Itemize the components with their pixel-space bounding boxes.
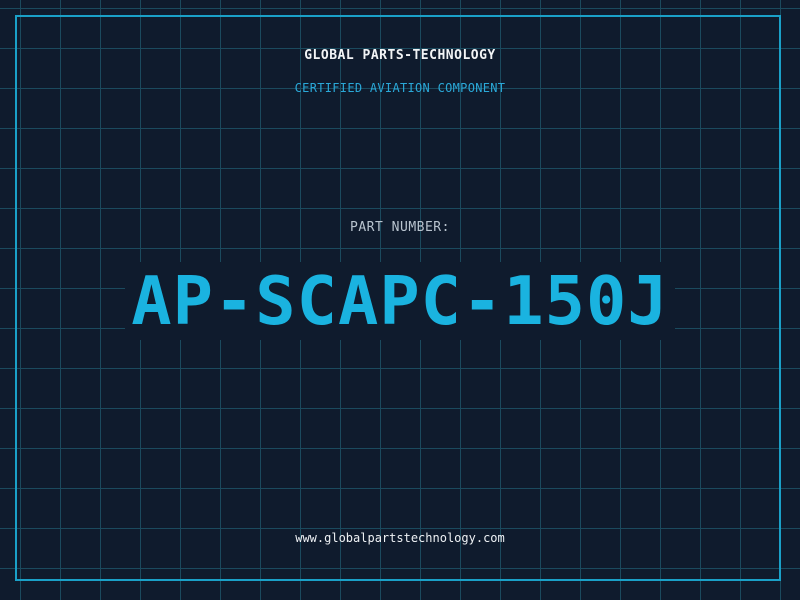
website-url: www.globalpartstechnology.com [295,531,505,545]
part-number-label: PART NUMBER: [350,220,450,235]
label-canvas: GLOBAL PARTS-TECHNOLOGY CERTIFIED AVIATI… [0,0,800,600]
company-name: GLOBAL PARTS-TECHNOLOGY [304,48,496,63]
part-number-container: AP-SCAPC-150J [0,262,800,340]
certification-tagline: CERTIFIED AVIATION COMPONENT [294,81,506,95]
part-number-value: AP-SCAPC-150J [125,262,675,340]
